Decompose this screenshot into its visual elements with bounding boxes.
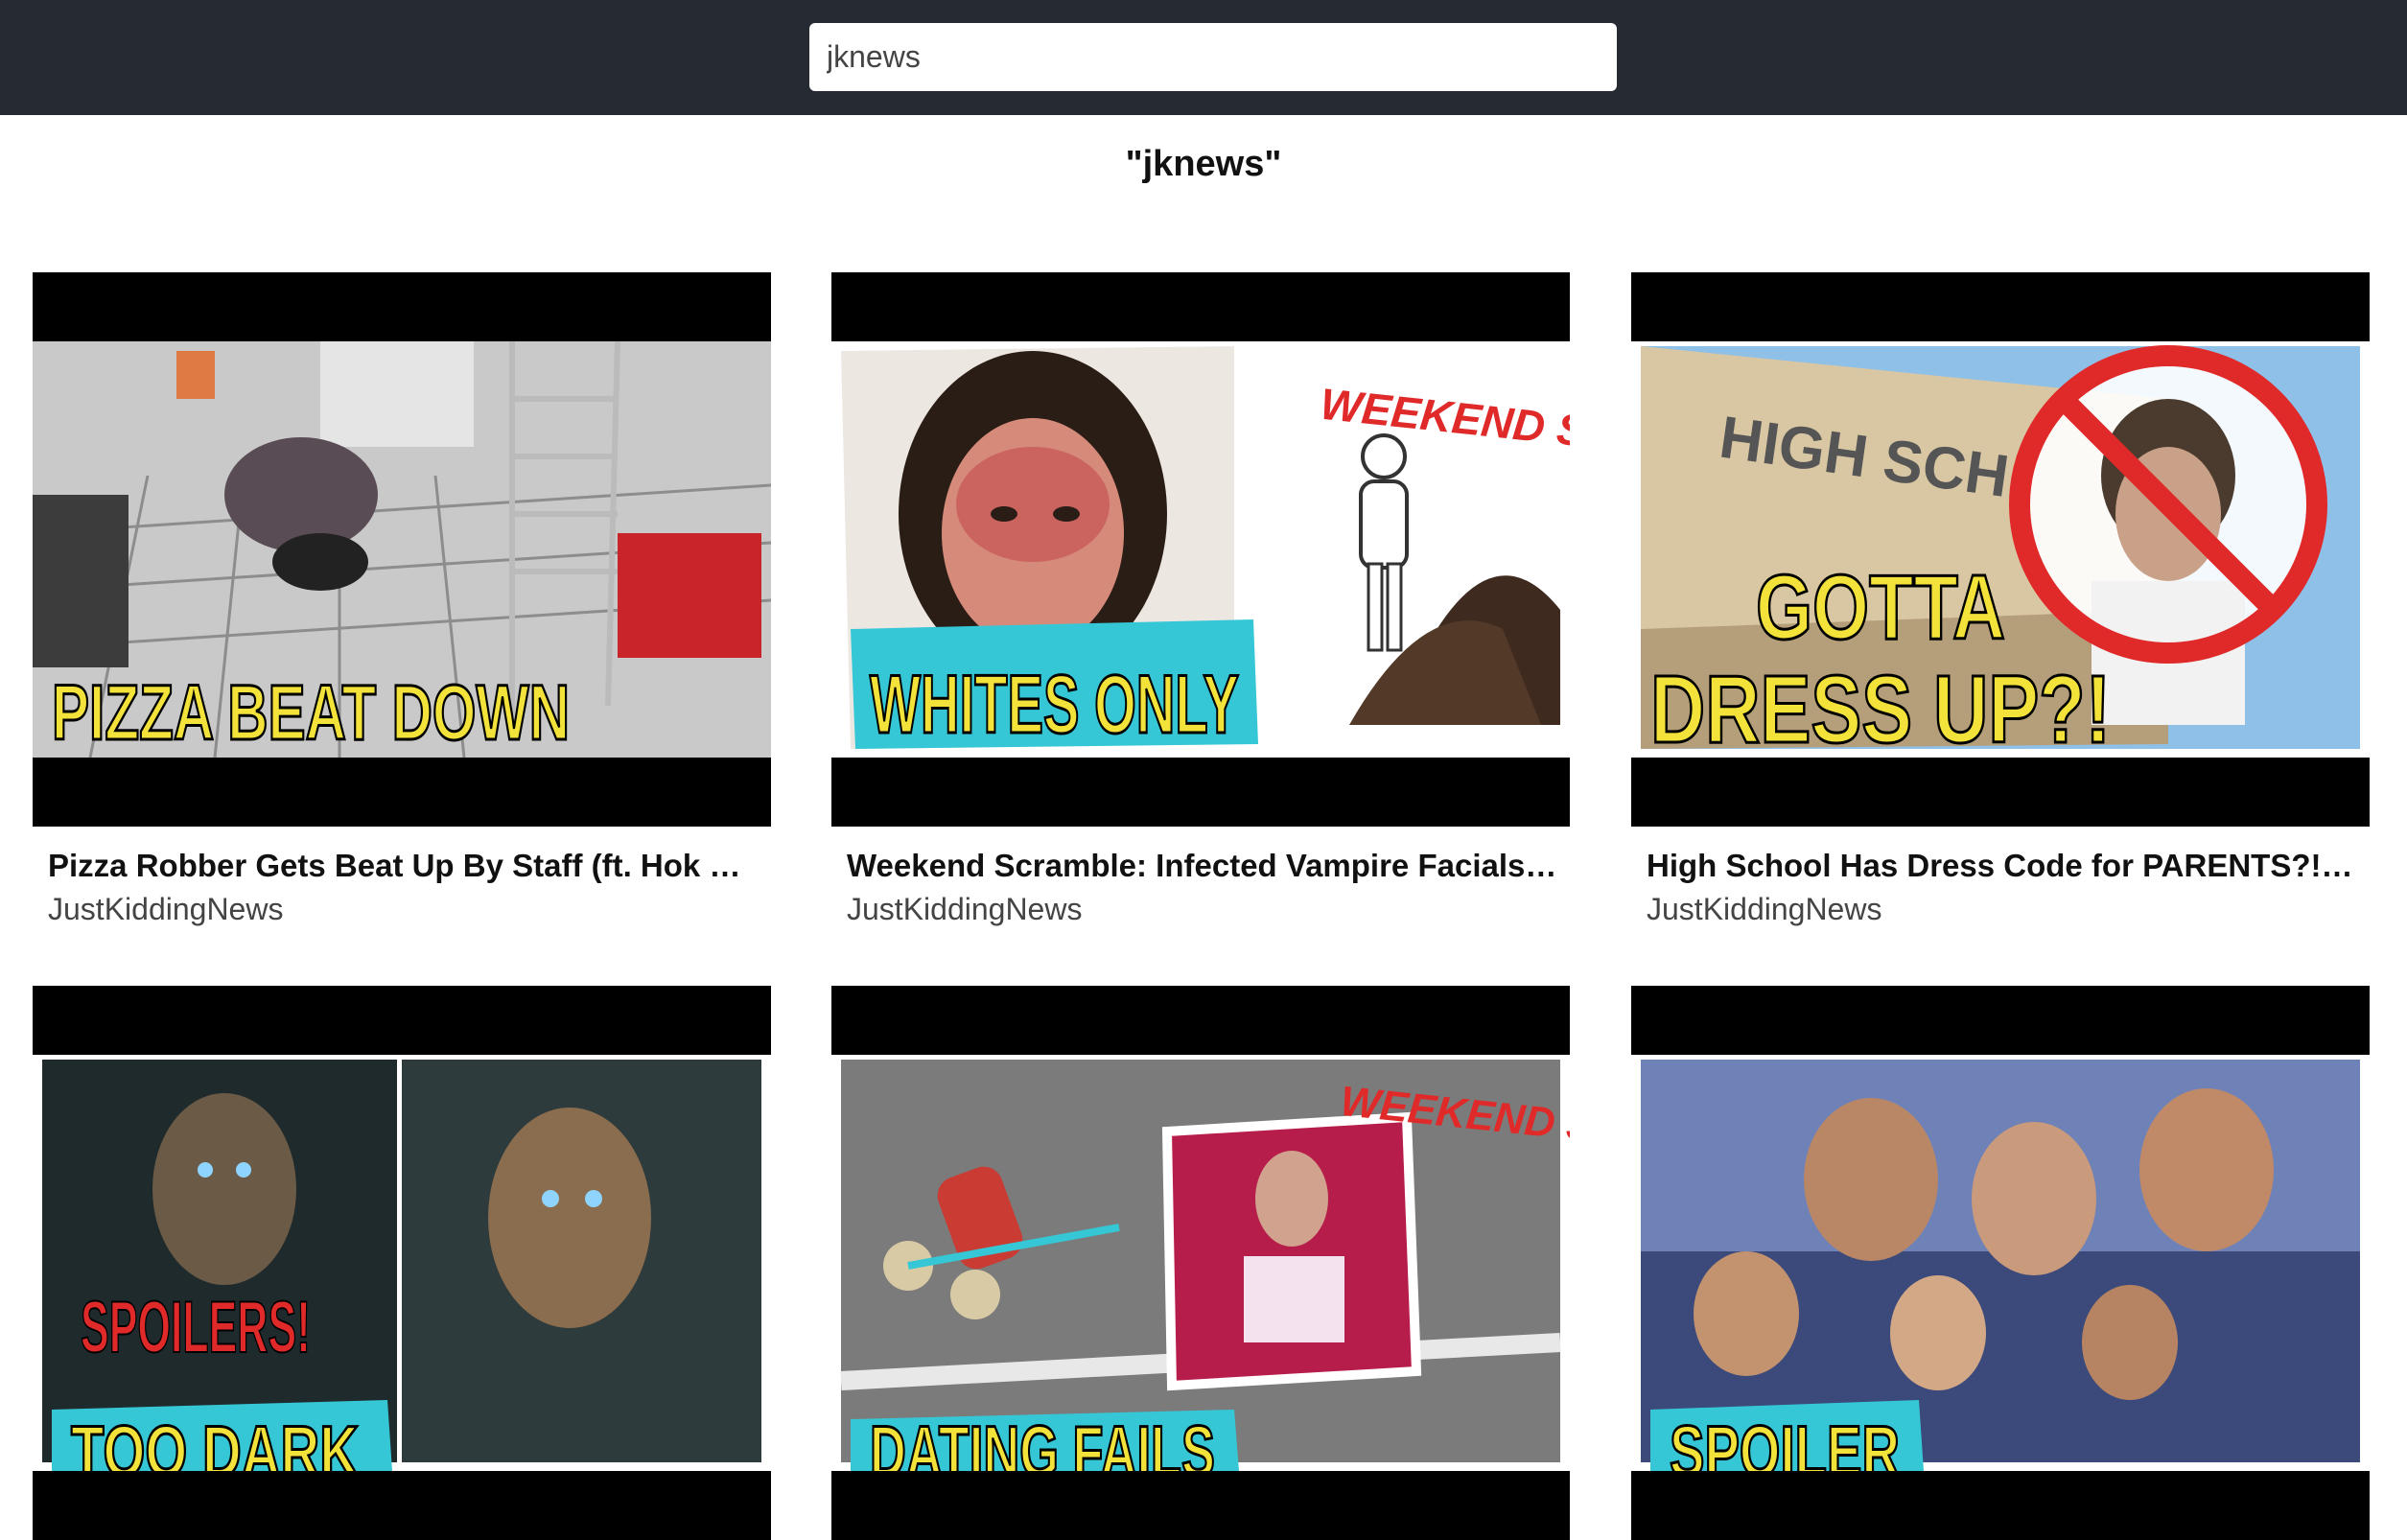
thumbnail-caption: TOO DARK — [71, 1412, 359, 1471]
top-bar — [0, 0, 2407, 115]
search-input[interactable] — [809, 23, 1617, 91]
video-card[interactable]: SPOILER — [1631, 986, 2370, 1540]
thumbnail-caption: GOTTA — [1756, 556, 2005, 659]
video-card[interactable]: WEEKEND SCRAMBLE! DATING FAILS — [831, 986, 1570, 1540]
thumbnail-caption: DATING FAILS — [870, 1412, 1215, 1471]
video-title[interactable]: High School Has Dress Code for PARENTS?!… — [1647, 848, 2360, 884]
thumbnail-caption: SPOILERS! — [81, 1287, 311, 1368]
video-thumbnail[interactable]: WEEKEND SCRAMBLE! WHITES ONLY — [831, 272, 1570, 827]
video-card[interactable]: PIZZA BEAT DOWN Pizza Robber Gets Beat U… — [33, 272, 771, 926]
channel-name[interactable]: JustKiddingNews — [1647, 892, 1881, 927]
thumbnail-caption: PIZZA BEAT DOWN — [52, 669, 570, 757]
thumbnail-caption: SPOILER — [1670, 1412, 1900, 1471]
channel-name[interactable]: JustKiddingNews — [48, 892, 283, 927]
video-title[interactable]: Weekend Scramble: Infected Vampire Facia… — [847, 848, 1560, 884]
thumbnail-caption: WHITES ONLY — [870, 659, 1239, 751]
video-card[interactable]: WEEKEND SCRAMBLE! WHITES ONLY Weekend Sc… — [831, 272, 1570, 926]
channel-name[interactable]: JustKiddingNews — [847, 892, 1082, 927]
video-title[interactable]: Pizza Robber Gets Beat Up By Staff (ft. … — [48, 848, 761, 884]
results-heading: "jknews" — [1125, 144, 1282, 184]
thumbnail-caption: DRESS UP?! — [1650, 656, 2111, 758]
video-thumbnail[interactable]: WEEKEND SCRAMBLE! DATING FAILS — [831, 986, 1570, 1540]
video-card[interactable]: HIGH SCH GOTTA DRESS UP?! High School Ha… — [1631, 272, 2370, 926]
video-thumbnail[interactable]: PIZZA BEAT DOWN — [33, 272, 771, 827]
video-thumbnail[interactable]: HIGH SCH GOTTA DRESS UP?! — [1631, 272, 2370, 827]
video-card[interactable]: SPOILERS! TOO DARK — [33, 986, 771, 1540]
video-thumbnail[interactable]: SPOILER — [1631, 986, 2370, 1540]
video-thumbnail[interactable]: SPOILERS! TOO DARK — [33, 986, 771, 1540]
